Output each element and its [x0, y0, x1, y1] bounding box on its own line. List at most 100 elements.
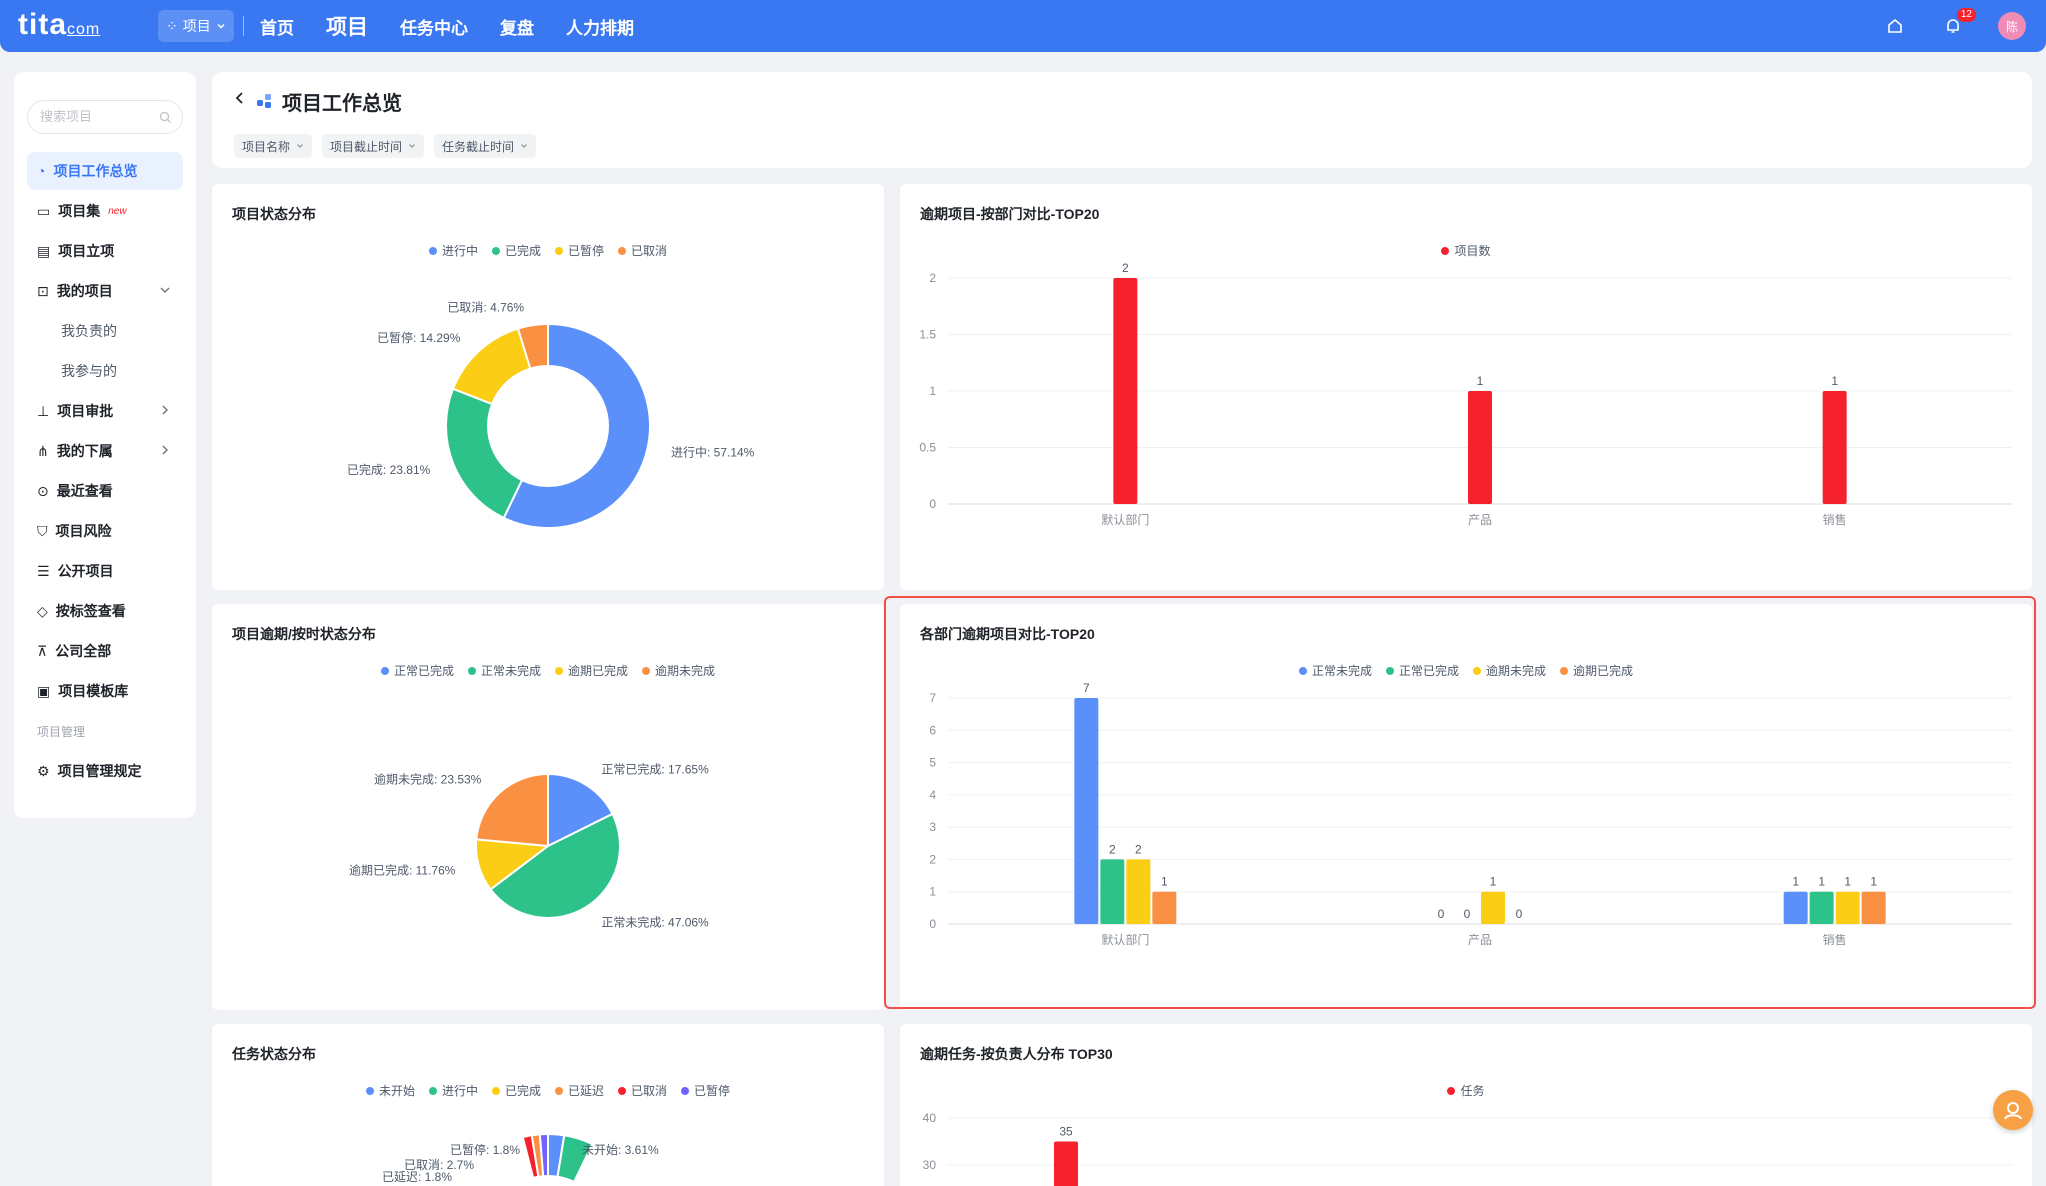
page-title: 项目工作总览 — [282, 93, 402, 115]
y-tick-label: 40 — [923, 1111, 937, 1125]
bar[interactable] — [1100, 859, 1125, 924]
sidebar: 搜索项目 ◔ 项目工作总览 ▭ 项目集 new ▤ 项目立项 ⊡ 我的项目 我负责的 我参与的 ⊥ 项目… — [14, 72, 196, 818]
bar-value-label: 1 — [1831, 374, 1838, 388]
dept-compare-bar-chart: 0 1 2 3 4 5 6 7 默认部门 7 2 2 1 产品 0 0 1 0 销售 1 1 1 1 — [929, 681, 2012, 947]
y-tick-label: 30 — [923, 1158, 937, 1172]
sidebar-item[interactable]: ⊼ 公司全部 — [27, 632, 183, 670]
sidebar-item[interactable]: ⊡ 我的项目 — [27, 272, 183, 310]
home-icon[interactable] — [1882, 13, 1908, 39]
sidebar-item[interactable]: ▣ 项目模板库 — [27, 672, 183, 710]
divider — [243, 16, 244, 36]
new-badge: new — [108, 205, 127, 217]
y-tick-label: 2 — [929, 852, 936, 866]
bar[interactable] — [1152, 891, 1177, 924]
nav-item[interactable]: 项目 — [326, 11, 368, 41]
sidebar-item[interactable]: 我参与的 — [27, 352, 183, 390]
sidebar-item-label: 项目审批 — [57, 403, 114, 419]
support-float-button[interactable] — [1993, 1090, 2033, 1130]
sidebar-item[interactable]: ⊙ 最近查看 — [27, 472, 183, 510]
gear-icon: ⚙ — [37, 762, 50, 779]
bar-value-label: 1 — [1490, 875, 1497, 889]
chevron-down-icon — [160, 287, 170, 293]
pie-slice[interactable] — [445, 387, 524, 520]
filter-dropdown[interactable]: 项目名称 — [234, 134, 313, 158]
bar-value-label: 1 — [1818, 875, 1825, 889]
task-owner-bar-chart: 30 40 35 — [923, 1111, 2012, 1186]
sidebar-item[interactable]: ◔ 项目工作总览 — [27, 152, 183, 190]
sidebar-item-label: 项目立项 — [58, 243, 115, 259]
slice-label: 已暂停: 1.8% — [450, 1142, 520, 1157]
bar[interactable] — [1074, 698, 1099, 924]
bar-value-label: 0 — [1438, 907, 1445, 921]
main-nav: 首页 项目 任务中心 复盘 人力排期 — [260, 0, 634, 52]
back-arrow-icon[interactable] — [232, 90, 248, 106]
filter-label: 任务截止时间 — [442, 139, 515, 154]
bar[interactable] — [1861, 891, 1886, 924]
avatar[interactable]: 陈 — [1998, 12, 2026, 40]
search-input[interactable]: 搜索项目 — [27, 100, 183, 134]
y-tick-label: 1 — [929, 885, 936, 899]
slice-label: 已完成: 23.81% — [347, 462, 431, 477]
stamp-icon: ⊥ — [37, 402, 50, 419]
bar-value-label: 1 — [1477, 374, 1484, 388]
folder-icon: ▭ — [37, 202, 51, 219]
y-tick-label: 0.5 — [919, 441, 936, 455]
page-header: 项目工作总览 项目名称 项目截止时间 任务截止时间 — [212, 72, 2032, 168]
filter-bar: 项目名称 项目截止时间 任务截止时间 — [234, 134, 537, 158]
sidebar-item-label: 按标签查看 — [55, 603, 126, 619]
sidebar-item-label: 最近查看 — [56, 483, 113, 499]
slice-label: 已延迟: 1.8% — [382, 1170, 452, 1184]
filter-dropdown[interactable]: 项目截止时间 — [322, 134, 425, 158]
sidebar-item[interactable]: 我负责的 — [27, 312, 183, 350]
filter-dropdown[interactable]: 任务截止时间 — [434, 134, 537, 158]
y-tick-label: 4 — [929, 788, 936, 802]
bar[interactable] — [1822, 391, 1847, 504]
bar[interactable] — [1481, 891, 1505, 924]
bar[interactable] — [1113, 278, 1138, 504]
slice-label: 逾期未完成: 23.53% — [374, 771, 482, 786]
nav-item[interactable]: 任务中心 — [400, 14, 468, 39]
slice-label: 逾期已完成: 11.76% — [349, 863, 456, 878]
y-tick-label: 2 — [929, 271, 936, 285]
pie-slice[interactable] — [475, 772, 549, 848]
sidebar-item[interactable]: ⊥ 项目审批 — [27, 392, 183, 430]
list-icon: ☰ — [37, 562, 50, 579]
project-switcher[interactable]: ⁘ 项目 — [158, 10, 234, 42]
task-status-chart: 已暂停: 1.8% 未开始: 3.61%已取消: 2.7%已延迟: 1.8% — [382, 1132, 659, 1184]
top-navbar: titacom ⁘ 项目 首页 项目 任务中心 复盘 人力排期 12 陈 — [0, 0, 2046, 52]
sidebar-item[interactable]: ▤ 项目立项 — [27, 232, 183, 270]
sidebar-item-label: 项目模板库 — [58, 683, 129, 699]
sidebar-item[interactable]: ☰ 公开项目 — [27, 552, 183, 590]
tita-logo[interactable]: titacom — [18, 8, 100, 42]
y-tick-label: 5 — [929, 756, 936, 770]
nav-item[interactable]: 首页 — [260, 14, 294, 39]
search-icon — [159, 111, 171, 123]
y-tick-label: 0 — [929, 917, 936, 931]
bar[interactable] — [1054, 1141, 1078, 1186]
nav-item[interactable]: 复盘 — [500, 14, 534, 39]
x-tick-label: 产品 — [1468, 933, 1492, 947]
sidebar-item[interactable]: ⋔ 我的下属 — [27, 432, 183, 470]
sidebar-item-label: 公司全部 — [55, 643, 112, 659]
slice-label: 已暂停: 14.29% — [377, 330, 461, 345]
pie-slice[interactable] — [451, 327, 532, 406]
sidebar-item-label: 项目集 — [58, 203, 101, 219]
bar-value-label: 1 — [1792, 875, 1799, 889]
bar[interactable] — [1468, 391, 1492, 504]
dept-compare-card: 各部门逾期项目对比-TOP20 正常未完成 正常已完成 逾期未完成 逾期已完成 012… — [900, 604, 2032, 1010]
chevron-down-icon — [217, 24, 225, 29]
slice-label: 正常未完成: 47.06% — [601, 915, 709, 930]
sidebar-item[interactable]: ◇ 按标签查看 — [27, 592, 183, 630]
bar-value-label: 0 — [1464, 907, 1471, 921]
dashboard-icon: ◔ — [37, 163, 46, 179]
bar[interactable] — [1783, 891, 1808, 924]
notification-badge: 12 — [1956, 8, 1976, 22]
bar[interactable] — [1126, 859, 1151, 924]
bell-icon[interactable]: 12 — [1940, 8, 1976, 39]
bar[interactable] — [1809, 891, 1834, 924]
nav-item[interactable]: 人力排期 — [566, 14, 634, 39]
sidebar-item[interactable]: ⛉ 项目风险 — [27, 512, 183, 550]
sidebar-item[interactable]: ⚙ 项目管理规定 — [27, 752, 183, 790]
sidebar-item[interactable]: ▭ 项目集 new — [27, 192, 183, 230]
bar[interactable] — [1835, 891, 1860, 924]
